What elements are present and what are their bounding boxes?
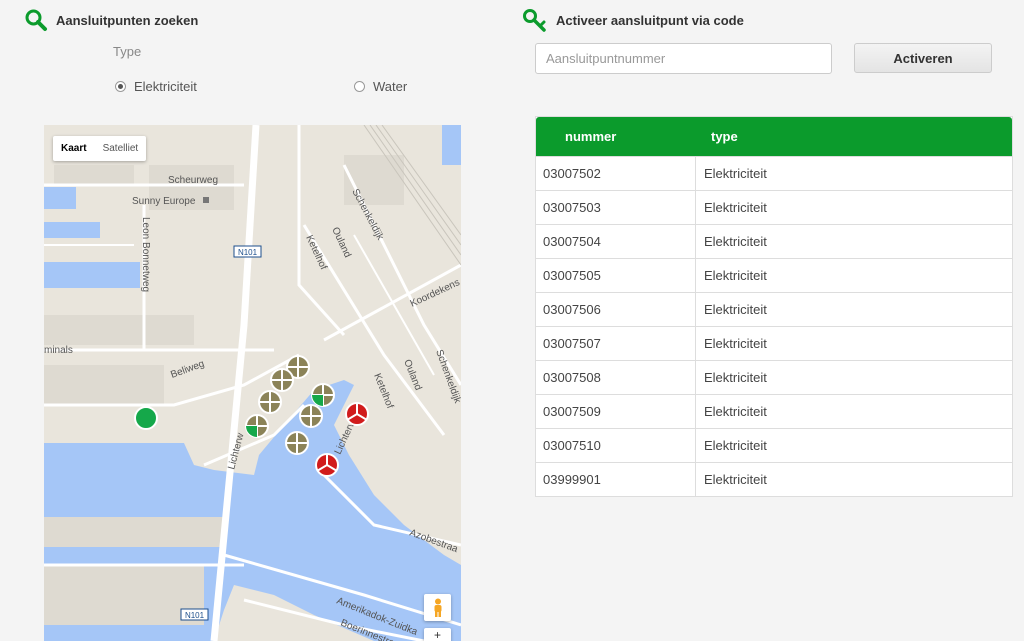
pegman-icon	[434, 598, 441, 617]
marker-olive[interactable]	[270, 368, 294, 392]
results-table: nummer type 03007502 Elektriciteit 030075…	[535, 116, 1013, 497]
leon-bonnetweg-label: Leon Bonnetweg	[140, 217, 151, 292]
cell-type: Elektriciteit	[704, 370, 767, 385]
terminals-label: minals	[44, 345, 73, 356]
activate-section-title: Activeer aansluitpunt via code	[522, 8, 744, 32]
zoom-in-button[interactable]: +	[424, 628, 451, 641]
map-canvas[interactable]: N101 N101 Scheurweg Sunny Europe Leon Bo…	[44, 125, 461, 641]
radio-label: Water	[373, 79, 408, 94]
radio-button[interactable]	[354, 81, 365, 92]
cell-nummer: 03007505	[536, 259, 696, 292]
radio-elektriciteit[interactable]: Elektriciteit	[115, 79, 197, 94]
radio-water[interactable]: Water	[354, 79, 407, 94]
key-icon	[522, 8, 548, 32]
cell-type: Elektriciteit	[704, 302, 767, 317]
table-row[interactable]: 03007507 Elektriciteit	[536, 326, 1012, 360]
radio-button[interactable]	[115, 81, 126, 92]
marker-red[interactable]	[315, 453, 339, 477]
marker-olive[interactable]	[258, 390, 282, 414]
aansluitpunt-code-input[interactable]	[535, 43, 832, 74]
road-shield-bottom: N101	[180, 608, 209, 621]
marker-red[interactable]	[345, 402, 369, 426]
cell-type: Elektriciteit	[704, 268, 767, 283]
cell-type: Elektriciteit	[704, 438, 767, 453]
marker-olive[interactable]	[311, 383, 335, 407]
column-header-nummer[interactable]: nummer	[536, 129, 696, 144]
beliweg-label: Beliweg	[169, 359, 206, 381]
marker-olive[interactable]	[285, 431, 309, 455]
radio-label: Elektriciteit	[134, 79, 197, 94]
cell-type: Elektriciteit	[704, 200, 767, 215]
activate-button[interactable]: Activeren	[854, 43, 992, 73]
column-header-type[interactable]: type	[696, 129, 738, 144]
cell-type: Elektriciteit	[704, 336, 767, 351]
type-label: Type	[113, 44, 142, 59]
table-header: nummer type	[536, 117, 1012, 156]
marker-olive[interactable]	[245, 414, 269, 438]
map-button[interactable]: Kaart	[53, 136, 95, 161]
n101-top-label: N101	[238, 248, 258, 257]
cell-type: Elektriciteit	[704, 404, 767, 419]
ketelhof-bottom-label: Ketelhof	[371, 372, 395, 410]
table-row[interactable]: 03007502 Elektriciteit	[536, 156, 1012, 190]
table-row[interactable]: 03007508 Elektriciteit	[536, 360, 1012, 394]
cell-type: Elektriciteit	[704, 234, 767, 249]
cell-nummer: 03007504	[536, 225, 696, 258]
road-shield-top: N101	[233, 245, 262, 258]
street-view-pegman[interactable]	[424, 594, 451, 621]
cell-type: Elektriciteit	[704, 472, 767, 487]
cell-nummer: 03007507	[536, 327, 696, 360]
n101-bottom-label: N101	[185, 611, 205, 620]
ketelhof-top-label: Ketelhof	[303, 234, 329, 272]
table-row[interactable]: 03007503 Elektriciteit	[536, 190, 1012, 224]
satellite-button[interactable]: Satelliet	[95, 136, 147, 161]
cell-nummer: 03007508	[536, 361, 696, 394]
map-type-toggle[interactable]: Kaart Satelliet	[53, 136, 147, 161]
marker-olive[interactable]	[299, 404, 323, 428]
search-icon	[24, 8, 48, 32]
table-row[interactable]: 03007509 Elektriciteit	[536, 394, 1012, 428]
activate-title: Activeer aansluitpunt via code	[556, 12, 744, 28]
search-title: Aansluitpunten zoeken	[56, 12, 199, 28]
table-row[interactable]: 03007510 Elektriciteit	[536, 428, 1012, 462]
cell-type: Elektriciteit	[704, 166, 767, 181]
search-section-title: Aansluitpunten zoeken	[24, 8, 198, 32]
cell-nummer: 03007509	[536, 395, 696, 428]
ouland-bottom-label: Ouland	[401, 358, 423, 392]
poi-icon	[203, 197, 209, 203]
cell-nummer: 03007510	[536, 429, 696, 462]
koordekens-label: Koordekens	[409, 277, 461, 310]
table-row[interactable]: 03007505 Elektriciteit	[536, 258, 1012, 292]
cell-nummer: 03007503	[536, 191, 696, 224]
ouland-top-label: Ouland	[329, 226, 353, 260]
sunny-europe-label: Sunny Europe	[132, 196, 196, 207]
table-row[interactable]: 03007506 Elektriciteit	[536, 292, 1012, 326]
table-row[interactable]: 03007504 Elektriciteit	[536, 224, 1012, 258]
map-view[interactable]: N101 N101 Scheurweg Sunny Europe Leon Bo…	[44, 125, 461, 641]
cell-nummer: 03007506	[536, 293, 696, 326]
scheurweg-label: Scheurweg	[168, 175, 218, 186]
cell-nummer: 03999901	[536, 463, 696, 496]
cell-nummer: 03007502	[536, 157, 696, 190]
table-row[interactable]: 03999901 Elektriciteit	[536, 462, 1012, 496]
marker-green[interactable]	[134, 406, 158, 430]
